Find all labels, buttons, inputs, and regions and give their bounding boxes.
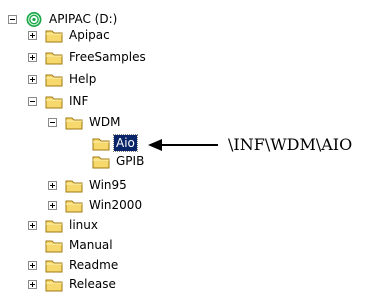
no-expander bbox=[28, 241, 37, 250]
tree-node-win95[interactable]: Win95 bbox=[48, 176, 129, 194]
tree-node-label: Readme bbox=[69, 258, 119, 272]
tree-node-label: GPIB bbox=[116, 154, 145, 168]
folder-open-icon bbox=[92, 138, 110, 150]
expand-icon[interactable] bbox=[28, 52, 37, 62]
tree-node-label-selected: Aio bbox=[113, 134, 138, 152]
expand-icon[interactable] bbox=[28, 74, 37, 84]
tree-node-readme[interactable]: Readme bbox=[28, 256, 120, 274]
tree-node-label: Win2000 bbox=[89, 198, 143, 212]
expand-icon[interactable] bbox=[28, 30, 37, 40]
folder-tree: APIPAC (D:) Apipac FreeSamples Help INF … bbox=[0, 0, 378, 293]
left-arrow-icon bbox=[148, 138, 218, 151]
tree-node-release[interactable]: Release bbox=[28, 275, 118, 293]
folder-icon bbox=[65, 200, 83, 212]
tree-node-help[interactable]: Help bbox=[28, 70, 98, 88]
tree-node-wdm[interactable]: WDM bbox=[48, 113, 122, 131]
tree-node-gpib[interactable]: GPIB bbox=[92, 152, 146, 170]
collapse-icon[interactable] bbox=[48, 117, 57, 127]
expand-icon[interactable] bbox=[28, 220, 37, 230]
tree-node-label: FreeSamples bbox=[69, 50, 146, 64]
tree-node-label: linux bbox=[69, 218, 98, 232]
expand-icon[interactable] bbox=[48, 180, 57, 190]
folder-open-icon bbox=[45, 96, 63, 108]
tree-node-label: APIPAC (D:) bbox=[49, 12, 118, 26]
tree-node-label: Win95 bbox=[89, 178, 127, 192]
tree-node-label: Help bbox=[69, 72, 97, 86]
tree-node-freesamples[interactable]: FreeSamples bbox=[28, 48, 148, 66]
tree-node-label: INF bbox=[69, 94, 89, 108]
folder-icon bbox=[45, 240, 63, 252]
folder-icon bbox=[45, 52, 63, 64]
folder-icon bbox=[92, 156, 110, 168]
tree-node-aio[interactable]: Aio bbox=[92, 134, 138, 152]
collapse-icon[interactable] bbox=[8, 14, 17, 24]
tree-node-apipac[interactable]: Apipac bbox=[28, 26, 112, 44]
folder-icon bbox=[45, 30, 63, 42]
folder-icon bbox=[65, 180, 83, 192]
collapse-icon[interactable] bbox=[28, 96, 37, 106]
expand-icon[interactable] bbox=[48, 200, 57, 210]
folder-icon bbox=[45, 220, 63, 232]
folder-icon bbox=[45, 279, 63, 291]
expand-icon[interactable] bbox=[28, 279, 37, 289]
cd-drive-icon bbox=[26, 11, 42, 27]
folder-icon bbox=[45, 74, 63, 86]
tree-node-label: Release bbox=[69, 277, 116, 291]
folder-icon bbox=[45, 260, 63, 272]
tree-node-label: Apipac bbox=[69, 28, 110, 42]
tree-node-win2000[interactable]: Win2000 bbox=[48, 196, 144, 214]
tree-node-manual[interactable]: Manual bbox=[28, 236, 115, 254]
tree-node-inf[interactable]: INF bbox=[28, 92, 90, 110]
tree-node-linux[interactable]: linux bbox=[28, 216, 100, 234]
annotation-path-text: \INF\WDM\AIO bbox=[228, 135, 353, 154]
tree-node-label: WDM bbox=[89, 115, 121, 129]
folder-open-icon bbox=[65, 117, 83, 129]
path-annotation: \INF\WDM\AIO bbox=[148, 135, 352, 154]
expand-icon[interactable] bbox=[28, 260, 37, 270]
tree-node-label: Manual bbox=[69, 238, 113, 252]
